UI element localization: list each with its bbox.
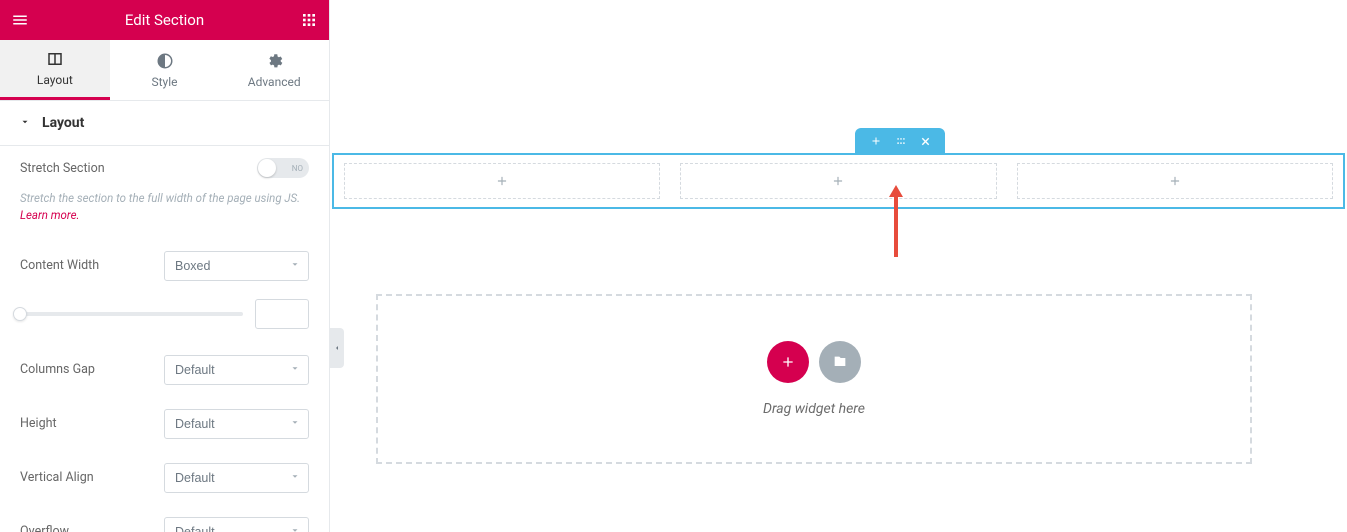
column-dropzone-1[interactable] [344, 163, 660, 199]
control-height: Height Default [0, 397, 329, 451]
empty-section-dropzone[interactable]: Drag widget here [376, 294, 1252, 464]
add-section-button[interactable] [870, 135, 882, 147]
height-label: Height [20, 416, 57, 431]
add-widget-button[interactable] [767, 341, 809, 383]
editor-panel: Edit Section Layout Style Advanced Layou… [0, 0, 330, 532]
vertical-align-label: Vertical Align [20, 470, 94, 485]
tab-layout[interactable]: Layout [0, 40, 110, 100]
panel-title: Edit Section [30, 11, 299, 29]
delete-section-button[interactable] [920, 136, 931, 147]
panel-header: Edit Section [0, 0, 329, 40]
drag-hint-label: Drag widget here [763, 401, 865, 417]
control-columns-gap: Columns Gap Default [0, 343, 329, 397]
stretch-hint: Stretch the section to the full width of… [0, 190, 329, 239]
column-dropzone-2[interactable] [680, 163, 996, 199]
control-overflow: Overflow Default [0, 505, 329, 532]
stretch-hint-text: Stretch the section to the full width of… [20, 191, 300, 205]
columns-gap-label: Columns Gap [20, 362, 95, 377]
drag-section-handle[interactable] [894, 136, 908, 146]
tab-layout-label: Layout [37, 73, 73, 87]
tab-advanced-label: Advanced [248, 75, 301, 89]
tab-style-label: Style [152, 75, 178, 89]
controls-container: Stretch Section NO Stretch the section t… [0, 146, 329, 532]
section-heading-layout[interactable]: Layout [0, 101, 329, 146]
collapse-panel-handle[interactable] [330, 328, 344, 368]
tab-style[interactable]: Style [110, 40, 220, 100]
slider-thumb[interactable] [13, 307, 27, 321]
add-template-button[interactable] [819, 341, 861, 383]
control-vertical-align: Vertical Align Default [0, 451, 329, 505]
section-handle-tab [855, 128, 945, 154]
annotation-arrow-icon [886, 185, 906, 261]
toggle-knob [258, 159, 276, 177]
dropzone-buttons [767, 341, 861, 383]
canvas-area: Drag widget here [330, 0, 1347, 532]
stretch-learn-more-link[interactable]: Learn more. [20, 208, 79, 222]
content-width-label: Content Width [20, 258, 99, 273]
overflow-select[interactable]: Default [164, 517, 309, 532]
toggle-label: NO [292, 164, 303, 173]
panel-tabs: Layout Style Advanced [0, 40, 329, 101]
columns-gap-select[interactable]: Default [164, 355, 309, 385]
overflow-label: Overflow [20, 524, 69, 532]
height-select[interactable]: Default [164, 409, 309, 439]
width-slider-input[interactable] [255, 299, 309, 329]
section-heading-label: Layout [42, 115, 84, 131]
control-content-width: Content Width Boxed [0, 239, 329, 293]
tab-advanced[interactable]: Advanced [219, 40, 329, 100]
widgets-grid-icon[interactable] [299, 10, 319, 30]
width-slider[interactable] [20, 312, 243, 316]
stretch-label: Stretch Section [20, 161, 105, 176]
vertical-align-select[interactable]: Default [164, 463, 309, 493]
width-slider-row [0, 293, 329, 343]
stretch-toggle[interactable]: NO [257, 158, 309, 178]
column-dropzone-3[interactable] [1017, 163, 1333, 199]
content-width-select[interactable]: Boxed [164, 251, 309, 281]
menu-icon[interactable] [10, 10, 30, 30]
caret-down-icon [20, 116, 30, 131]
control-stretch-section: Stretch Section NO [0, 146, 329, 190]
selected-section-columns[interactable] [332, 153, 1345, 209]
